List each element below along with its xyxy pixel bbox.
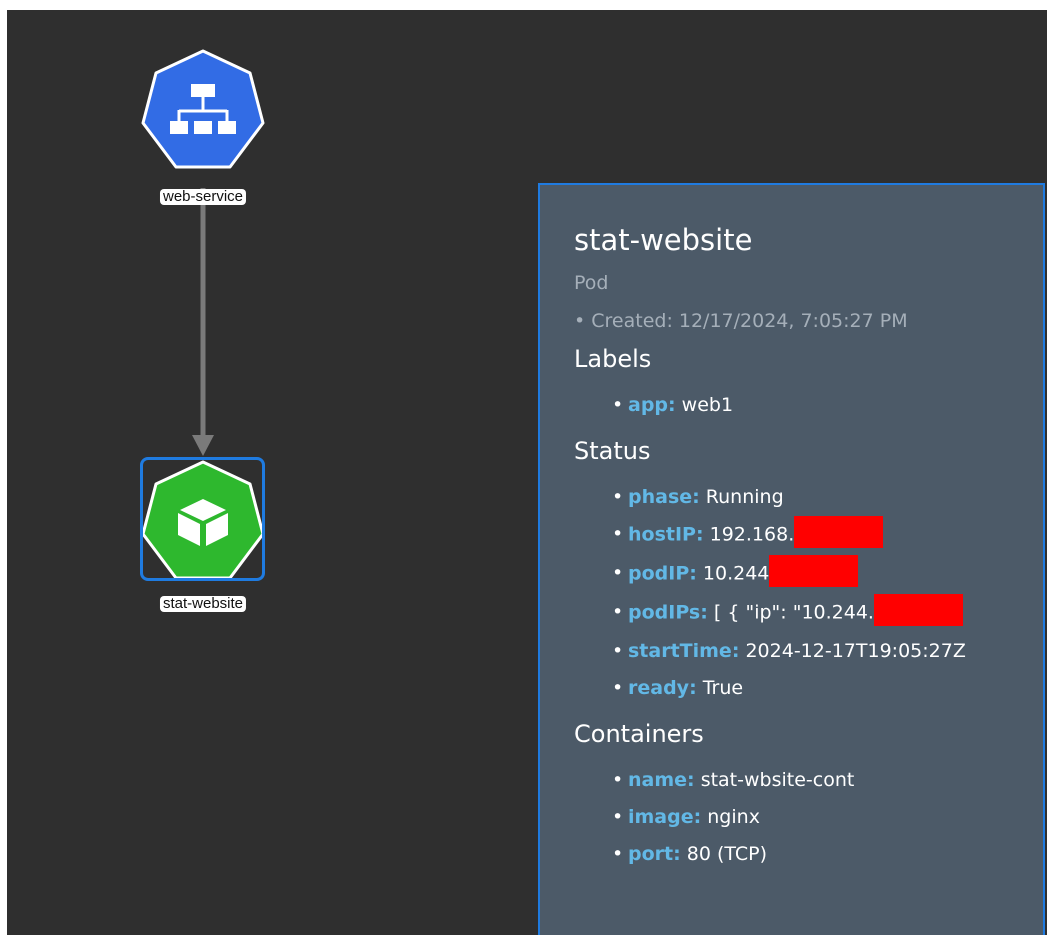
status-heading: Status [574, 437, 651, 465]
container-item-port: port: 80 (TCP) [612, 842, 1043, 866]
labels-heading: Labels [574, 345, 652, 373]
container-key: port: [628, 843, 681, 865]
status-key: phase: [628, 486, 700, 508]
container-value: 80 (TCP) [686, 843, 768, 865]
redaction-box [873, 594, 963, 626]
status-key: ready: [628, 677, 697, 699]
status-item-hostip: hostIP: 192.168. [612, 516, 1043, 548]
status-item-ready: ready: True [612, 676, 1043, 700]
selected-node-highlight [140, 457, 265, 581]
panel-title: stat-website [574, 223, 753, 257]
container-value: nginx [707, 806, 760, 828]
redaction-box [769, 555, 859, 587]
status-key: podIP: [628, 562, 697, 585]
label-value: web1 [681, 394, 734, 416]
label-key: app: [628, 394, 676, 416]
status-key: hostIP: [628, 523, 704, 546]
containers-list: name: stat-wbsite-cont image: nginx port… [574, 768, 1043, 866]
container-item-name: name: stat-wbsite-cont [612, 768, 1043, 792]
edge-arrowhead [192, 435, 214, 456]
details-panel: stat-website Pod • Created: 12/17/2024, … [538, 183, 1045, 935]
status-key: podIPs: [628, 601, 708, 624]
status-value: 10.244 [702, 562, 770, 585]
labels-list: app: web1 [574, 393, 1043, 417]
stat-website-label: stat-website [159, 596, 247, 612]
status-value: 2024-12-17T19:05:27Z [745, 640, 966, 662]
status-item-starttime: startTime: 2024-12-17T19:05:27Z [612, 639, 1043, 663]
web-service-node[interactable] [141, 49, 265, 169]
label-item: app: web1 [612, 393, 1043, 417]
containers-heading: Containers [574, 720, 704, 748]
container-value: stat-wbsite-cont [700, 769, 855, 791]
container-key: name: [628, 769, 695, 791]
status-item-podip: podIP: 10.244 [612, 555, 1043, 587]
status-value: True [702, 677, 744, 699]
status-item-podips: podIPs: [ { "ip": "10.244. [612, 594, 1043, 626]
redaction-box [794, 516, 884, 548]
status-value: 192.168. [709, 523, 795, 546]
topology-canvas[interactable]: web-service stat-website stat-website Po… [7, 10, 1047, 935]
container-item-image: image: nginx [612, 805, 1043, 829]
web-service-label: web-service [159, 189, 247, 205]
container-key: image: [628, 806, 702, 828]
status-value: Running [705, 486, 784, 508]
status-list: phase: Running hostIP: 192.168. podIP: 1… [574, 485, 1043, 700]
status-key: startTime: [628, 640, 740, 662]
created-timestamp: • Created: 12/17/2024, 7:05:27 PM [574, 310, 908, 332]
status-value: [ { "ip": "10.244. [713, 601, 874, 624]
status-item-phase: phase: Running [612, 485, 1043, 509]
resource-kind: Pod [574, 272, 609, 294]
